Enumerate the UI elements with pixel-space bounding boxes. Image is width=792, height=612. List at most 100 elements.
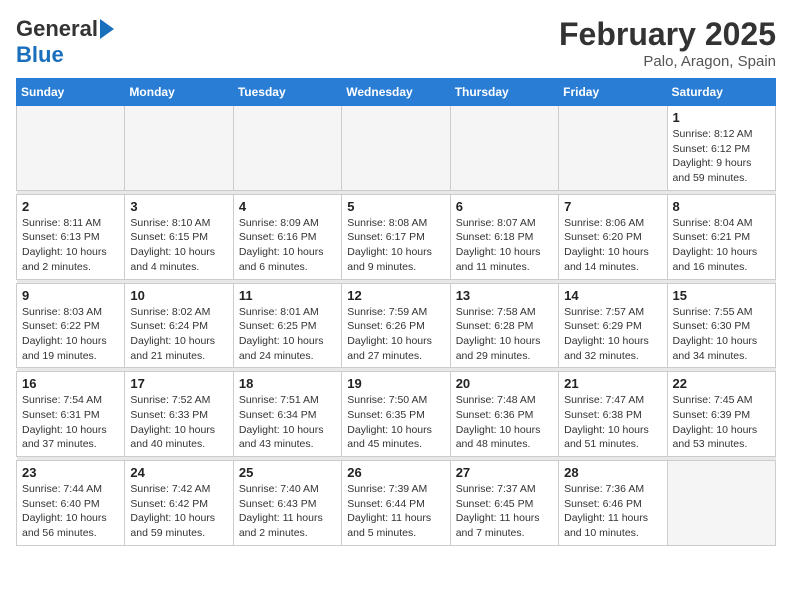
weekday-header-sunday: Sunday <box>17 79 125 106</box>
logo-arrow-icon <box>100 19 114 39</box>
day-number: 9 <box>22 288 119 303</box>
location: Palo, Aragon, Spain <box>559 53 776 70</box>
day-number: 11 <box>239 288 336 303</box>
calendar-table: SundayMondayTuesdayWednesdayThursdayFrid… <box>16 78 776 546</box>
day-number: 25 <box>239 465 336 480</box>
calendar-cell: 6 Sunrise: 8:07 AMSunset: 6:18 PMDaylight… <box>450 194 558 279</box>
calendar-cell: 18Sunrise: 7:51 AMSunset: 6:34 PMDayligh… <box>233 372 341 457</box>
calendar-cell <box>125 106 233 191</box>
day-info: Sunrise: 8:07 AMSunset: 6:18 PMDaylight:… <box>456 216 553 275</box>
day-info: Sunrise: 7:44 AMSunset: 6:40 PMDaylight:… <box>22 482 119 541</box>
day-number: 10 <box>130 288 227 303</box>
calendar-cell: 1 Sunrise: 8:12 AMSunset: 6:12 PMDaylight… <box>667 106 775 191</box>
day-info: Sunrise: 7:59 AMSunset: 6:26 PMDaylight:… <box>347 305 444 364</box>
logo-text-general: General <box>16 16 98 42</box>
logo: General Blue <box>16 16 114 68</box>
day-number: 19 <box>347 376 444 391</box>
calendar-cell: 21 Sunrise: 7:47 AMSunset: 6:38 PMDayligh… <box>559 372 667 457</box>
day-info: Sunrise: 7:50 AMSunset: 6:35 PMDaylight:… <box>347 393 444 452</box>
day-number: 8 <box>673 199 770 214</box>
day-number: 22 <box>673 376 770 391</box>
calendar-cell: 12 Sunrise: 7:59 AMSunset: 6:26 PMDayligh… <box>342 283 450 368</box>
day-number: 20 <box>456 376 553 391</box>
calendar-week-3: 9 Sunrise: 8:03 AMSunset: 6:22 PMDaylight… <box>17 283 776 368</box>
calendar-cell: 4 Sunrise: 8:09 AMSunset: 6:16 PMDaylight… <box>233 194 341 279</box>
calendar-cell <box>233 106 341 191</box>
calendar-cell: 7 Sunrise: 8:06 AMSunset: 6:20 PMDaylight… <box>559 194 667 279</box>
day-number: 28 <box>564 465 661 480</box>
day-number: 14 <box>564 288 661 303</box>
calendar-cell: 9 Sunrise: 8:03 AMSunset: 6:22 PMDaylight… <box>17 283 125 368</box>
month-title: February 2025 <box>559 16 776 53</box>
day-number: 23 <box>22 465 119 480</box>
day-info: Sunrise: 8:09 AMSunset: 6:16 PMDaylight:… <box>239 216 336 275</box>
day-info: Sunrise: 8:03 AMSunset: 6:22 PMDaylight:… <box>22 305 119 364</box>
logo-text-blue: Blue <box>16 42 64 67</box>
calendar-cell: 2Sunrise: 8:11 AMSunset: 6:13 PMDaylight… <box>17 194 125 279</box>
calendar-cell <box>17 106 125 191</box>
calendar-week-1: 1 Sunrise: 8:12 AMSunset: 6:12 PMDaylight… <box>17 106 776 191</box>
page-header: General Blue February 2025 Palo, Aragon,… <box>16 16 776 70</box>
day-number: 26 <box>347 465 444 480</box>
day-info: Sunrise: 7:42 AMSunset: 6:42 PMDaylight:… <box>130 482 227 541</box>
calendar-cell: 27Sunrise: 7:37 AMSunset: 6:45 PMDayligh… <box>450 461 558 546</box>
calendar-cell: 23 Sunrise: 7:44 AMSunset: 6:40 PMDayligh… <box>17 461 125 546</box>
calendar-cell <box>559 106 667 191</box>
calendar-cell: 3Sunrise: 8:10 AMSunset: 6:15 PMDaylight… <box>125 194 233 279</box>
day-info: Sunrise: 8:04 AMSunset: 6:21 PMDaylight:… <box>673 216 770 275</box>
day-info: Sunrise: 8:01 AMSunset: 6:25 PMDaylight:… <box>239 305 336 364</box>
calendar-week-4: 16Sunrise: 7:54 AMSunset: 6:31 PMDayligh… <box>17 372 776 457</box>
day-number: 13 <box>456 288 553 303</box>
day-number: 4 <box>239 199 336 214</box>
calendar-cell: 13 Sunrise: 7:58 AMSunset: 6:28 PMDayligh… <box>450 283 558 368</box>
calendar-cell: 24Sunrise: 7:42 AMSunset: 6:42 PMDayligh… <box>125 461 233 546</box>
calendar-week-2: 2Sunrise: 8:11 AMSunset: 6:13 PMDaylight… <box>17 194 776 279</box>
day-number: 7 <box>564 199 661 214</box>
calendar-cell: 8 Sunrise: 8:04 AMSunset: 6:21 PMDaylight… <box>667 194 775 279</box>
day-info: Sunrise: 7:45 AMSunset: 6:39 PMDaylight:… <box>673 393 770 452</box>
day-info: Sunrise: 8:08 AMSunset: 6:17 PMDaylight:… <box>347 216 444 275</box>
weekday-header-thursday: Thursday <box>450 79 558 106</box>
calendar-cell: 15 Sunrise: 7:55 AMSunset: 6:30 PMDayligh… <box>667 283 775 368</box>
day-number: 5 <box>347 199 444 214</box>
weekday-header-friday: Friday <box>559 79 667 106</box>
day-info: Sunrise: 7:58 AMSunset: 6:28 PMDaylight:… <box>456 305 553 364</box>
calendar-cell: 16Sunrise: 7:54 AMSunset: 6:31 PMDayligh… <box>17 372 125 457</box>
calendar-cell: 14 Sunrise: 7:57 AMSunset: 6:29 PMDayligh… <box>559 283 667 368</box>
day-number: 17 <box>130 376 227 391</box>
calendar-cell: 22 Sunrise: 7:45 AMSunset: 6:39 PMDayligh… <box>667 372 775 457</box>
day-info: Sunrise: 7:36 AMSunset: 6:46 PMDaylight:… <box>564 482 661 541</box>
calendar-cell: 17Sunrise: 7:52 AMSunset: 6:33 PMDayligh… <box>125 372 233 457</box>
calendar-cell: 25 Sunrise: 7:40 AMSunset: 6:43 PMDayligh… <box>233 461 341 546</box>
calendar-cell: 19 Sunrise: 7:50 AMSunset: 6:35 PMDayligh… <box>342 372 450 457</box>
calendar-cell: 10 Sunrise: 8:02 AMSunset: 6:24 PMDayligh… <box>125 283 233 368</box>
calendar-week-5: 23 Sunrise: 7:44 AMSunset: 6:40 PMDayligh… <box>17 461 776 546</box>
day-number: 12 <box>347 288 444 303</box>
calendar-cell <box>667 461 775 546</box>
day-number: 1 <box>673 110 770 125</box>
day-info: Sunrise: 7:40 AMSunset: 6:43 PMDaylight:… <box>239 482 336 541</box>
day-info: Sunrise: 8:02 AMSunset: 6:24 PMDaylight:… <box>130 305 227 364</box>
day-number: 16 <box>22 376 119 391</box>
calendar-cell: 11 Sunrise: 8:01 AMSunset: 6:25 PMDayligh… <box>233 283 341 368</box>
day-info: Sunrise: 7:57 AMSunset: 6:29 PMDaylight:… <box>564 305 661 364</box>
weekday-header-tuesday: Tuesday <box>233 79 341 106</box>
day-number: 21 <box>564 376 661 391</box>
day-info: Sunrise: 8:10 AMSunset: 6:15 PMDaylight:… <box>130 216 227 275</box>
day-number: 15 <box>673 288 770 303</box>
weekday-header-wednesday: Wednesday <box>342 79 450 106</box>
day-number: 6 <box>456 199 553 214</box>
day-info: Sunrise: 8:12 AMSunset: 6:12 PMDaylight:… <box>673 127 770 186</box>
weekday-header-row: SundayMondayTuesdayWednesdayThursdayFrid… <box>17 79 776 106</box>
calendar-cell: 26Sunrise: 7:39 AMSunset: 6:44 PMDayligh… <box>342 461 450 546</box>
day-info: Sunrise: 7:47 AMSunset: 6:38 PMDaylight:… <box>564 393 661 452</box>
day-info: Sunrise: 7:48 AMSunset: 6:36 PMDaylight:… <box>456 393 553 452</box>
day-info: Sunrise: 7:55 AMSunset: 6:30 PMDaylight:… <box>673 305 770 364</box>
calendar-cell: 5 Sunrise: 8:08 AMSunset: 6:17 PMDaylight… <box>342 194 450 279</box>
day-info: Sunrise: 7:37 AMSunset: 6:45 PMDaylight:… <box>456 482 553 541</box>
calendar-cell <box>342 106 450 191</box>
day-info: Sunrise: 7:51 AMSunset: 6:34 PMDaylight:… <box>239 393 336 452</box>
calendar-cell: 20 Sunrise: 7:48 AMSunset: 6:36 PMDayligh… <box>450 372 558 457</box>
day-info: Sunrise: 8:06 AMSunset: 6:20 PMDaylight:… <box>564 216 661 275</box>
weekday-header-monday: Monday <box>125 79 233 106</box>
